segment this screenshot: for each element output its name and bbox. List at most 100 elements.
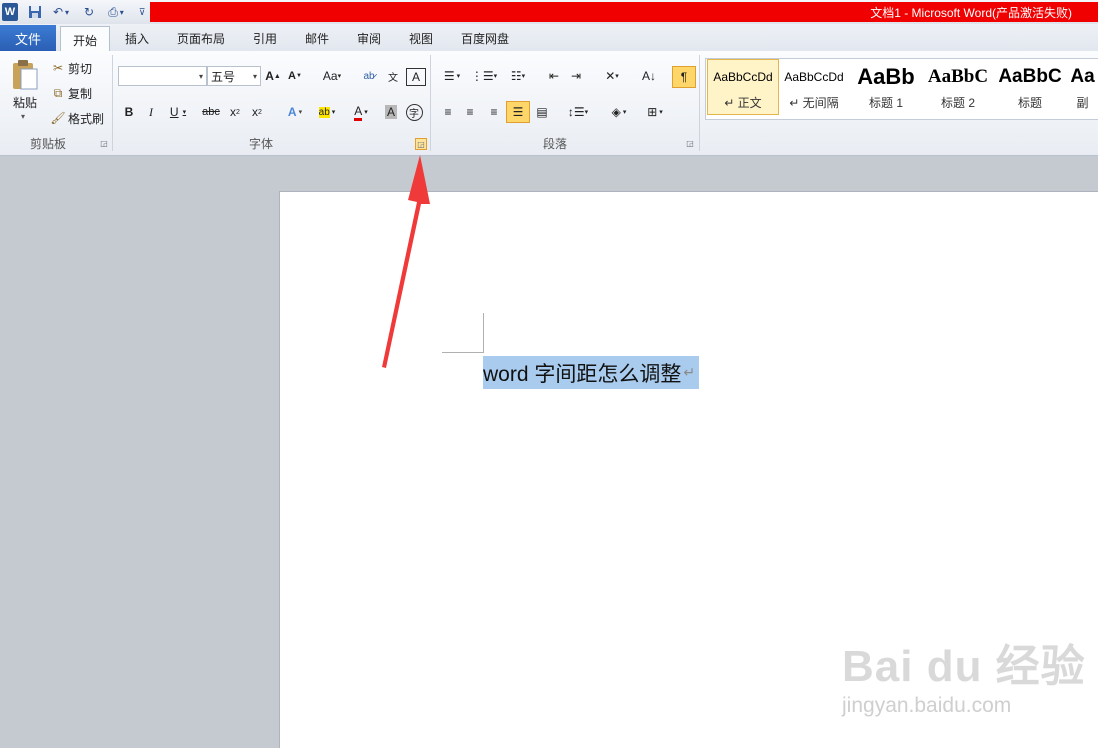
clipboard-group-label: 剪贴板 — [29, 136, 66, 151]
paste-button[interactable]: 粘贴 — [10, 94, 40, 111]
font-dialog-launcher-icon[interactable]: ◲ — [415, 138, 427, 150]
customize-toolbar-icon[interactable]: ⊽ — [136, 3, 148, 21]
cut-button[interactable]: ✂ 剪切 — [50, 58, 110, 78]
style-heading-2[interactable]: AaBbC 标题 2 — [923, 60, 993, 116]
baidu-watermark-logo: Bai du 经验 — [842, 642, 1086, 691]
show-marks-icon[interactable]: ¶ — [672, 66, 696, 88]
tab-insert[interactable]: 插入 — [116, 26, 158, 50]
style-sample: AaBbC — [927, 66, 989, 87]
divider — [699, 55, 700, 151]
paste-dropdown-icon[interactable]: ▾ — [21, 112, 25, 121]
style-title[interactable]: AaBbC 标题 — [995, 60, 1065, 116]
highlight-color-icon[interactable]: ab ▾ — [312, 102, 342, 122]
ribbon-tab-row — [0, 24, 1098, 52]
format-painter-label: 格式刷 — [68, 111, 105, 126]
scissors-icon: ✂ — [52, 61, 64, 75]
font-size-value: 五号 — [211, 69, 236, 84]
tab-mailings[interactable]: 邮件 — [296, 26, 338, 50]
font-group-label: 字体 — [248, 136, 273, 151]
font-name-field[interactable]: ▾ — [118, 66, 207, 86]
bold-icon[interactable]: B — [120, 102, 138, 122]
style-heading-1[interactable]: AaBb 标题 1 — [851, 60, 921, 116]
paste-icon[interactable] — [10, 58, 40, 92]
character-border-icon[interactable]: A — [406, 68, 426, 86]
clipboard-launcher-icon[interactable]: ◲ — [99, 138, 109, 148]
phonetic-guide-icon[interactable]: 文 — [382, 66, 404, 86]
tab-home[interactable]: 开始 — [60, 26, 110, 53]
selected-text[interactable]: word 字间距怎么调整 ↵ — [483, 356, 700, 389]
tab-references[interactable]: 引用 — [244, 26, 286, 50]
red-arrow-annotation — [382, 155, 430, 368]
print-preview-icon[interactable]: ⎙ ▾ — [102, 3, 130, 21]
copy-icon: ⧉ — [53, 85, 63, 100]
chevron-down-icon: ▾ — [198, 71, 203, 81]
margin-mark — [442, 352, 483, 353]
shrink-font-icon[interactable]: A ▼ — [286, 66, 304, 86]
paragraph-mark: ↵ — [683, 364, 696, 380]
undo-icon[interactable]: ↶ ▾ — [48, 3, 74, 21]
tab-file[interactable]: 文件 — [0, 25, 56, 51]
brush-icon: 🖌 — [50, 111, 66, 125]
sort-icon[interactable]: A↓ — [638, 66, 660, 86]
enclose-characters-icon[interactable]: 字 — [404, 102, 424, 122]
underline-icon[interactable]: U ▾ — [164, 102, 192, 122]
tab-page-layout[interactable]: 页面布局 — [170, 26, 232, 50]
style-sample: AaBb — [857, 64, 915, 89]
paragraph-group-label: 段落 — [542, 136, 567, 151]
copy-label: 复制 — [68, 86, 93, 101]
numbering-icon[interactable]: ⋮☰ ▾ — [470, 66, 498, 86]
distributed-icon[interactable]: ▤ — [532, 102, 552, 122]
style-no-spacing[interactable]: AaBbCcDd ↵ 无间隔 — [779, 60, 849, 116]
margin-mark — [483, 313, 484, 353]
bullets-icon[interactable]: ☰ ▾ — [438, 66, 466, 86]
align-left-icon[interactable]: ≡ — [438, 102, 458, 122]
tab-view[interactable]: 视图 — [400, 26, 442, 50]
borders-icon[interactable]: ⊞ ▾ — [640, 102, 670, 122]
style-name: 标题 — [1017, 96, 1042, 110]
italic-icon[interactable]: I — [142, 102, 160, 122]
style-sample: Aa — [1070, 66, 1095, 87]
style-normal[interactable]: AaBbCcDd ↵ 正文 — [707, 59, 779, 115]
decrease-indent-icon[interactable]: ⇤ — [544, 66, 564, 86]
strikethrough-icon[interactable]: abc — [200, 102, 222, 122]
style-sample: AaBbC — [998, 66, 1062, 87]
clear-format-icon[interactable]: ab̷ — [358, 66, 380, 86]
shading-icon[interactable]: ◈ ▾ — [604, 102, 634, 122]
baidu-watermark-url: jingyan.baidu.com — [842, 694, 1012, 717]
style-name: 标题 2 — [940, 96, 975, 110]
tab-review[interactable]: 审阅 — [348, 26, 390, 50]
style-sample: AaBbCcDd — [713, 70, 773, 84]
save-icon[interactable] — [26, 3, 44, 21]
word-logo-icon[interactable]: W — [2, 3, 18, 21]
document-text: word 字间距怎么调整 — [483, 362, 682, 386]
copy-button[interactable]: ⧉ 复制 — [50, 83, 110, 103]
change-case-icon[interactable]: Aa ▾ — [318, 66, 346, 86]
subscript-icon[interactable]: x2 — [226, 102, 244, 122]
window-title: 文档1 - Microsoft Word(产品激活失败) — [870, 6, 1072, 20]
style-subtitle[interactable]: Aa 副 — [1067, 60, 1098, 116]
multilevel-list-icon[interactable]: ☷ ▾ — [504, 66, 532, 86]
chinese-layout-icon[interactable]: ✕ ▾ — [598, 66, 626, 86]
font-color-icon[interactable]: A ▾ — [346, 102, 376, 122]
align-right-icon[interactable]: ≡ — [484, 102, 504, 122]
redo-icon[interactable]: ↻ — [80, 3, 98, 21]
tab-baidu-netdisk[interactable]: 百度网盘 — [452, 26, 518, 50]
format-painter-button[interactable]: 🖌 格式刷 — [50, 108, 110, 128]
font-size-field[interactable]: 五号 ▾ — [207, 66, 261, 86]
style-name: 标题 1 — [868, 96, 903, 110]
style-name: 副 — [1076, 96, 1089, 110]
align-center-icon[interactable]: ≡ — [460, 102, 480, 122]
character-shading-icon[interactable]: A — [382, 102, 400, 122]
paragraph-launcher-icon[interactable]: ◲ — [685, 138, 695, 148]
cut-label: 剪切 — [68, 61, 93, 76]
justify-icon[interactable]: ☰ — [506, 101, 530, 123]
increase-indent-icon[interactable]: ⇥ — [566, 66, 586, 86]
style-name: ↵ 正文 — [724, 96, 762, 110]
grow-font-icon[interactable]: A ▲ — [264, 66, 282, 86]
line-spacing-icon[interactable]: ↕☰ ▾ — [564, 102, 592, 122]
style-name: ↵ 无间隔 — [789, 96, 839, 110]
style-sample: AaBbCcDd — [784, 70, 844, 84]
chevron-down-icon: ▾ — [252, 71, 257, 81]
text-effects-icon[interactable]: A ▾ — [280, 102, 310, 122]
superscript-icon[interactable]: x2 — [248, 102, 266, 122]
